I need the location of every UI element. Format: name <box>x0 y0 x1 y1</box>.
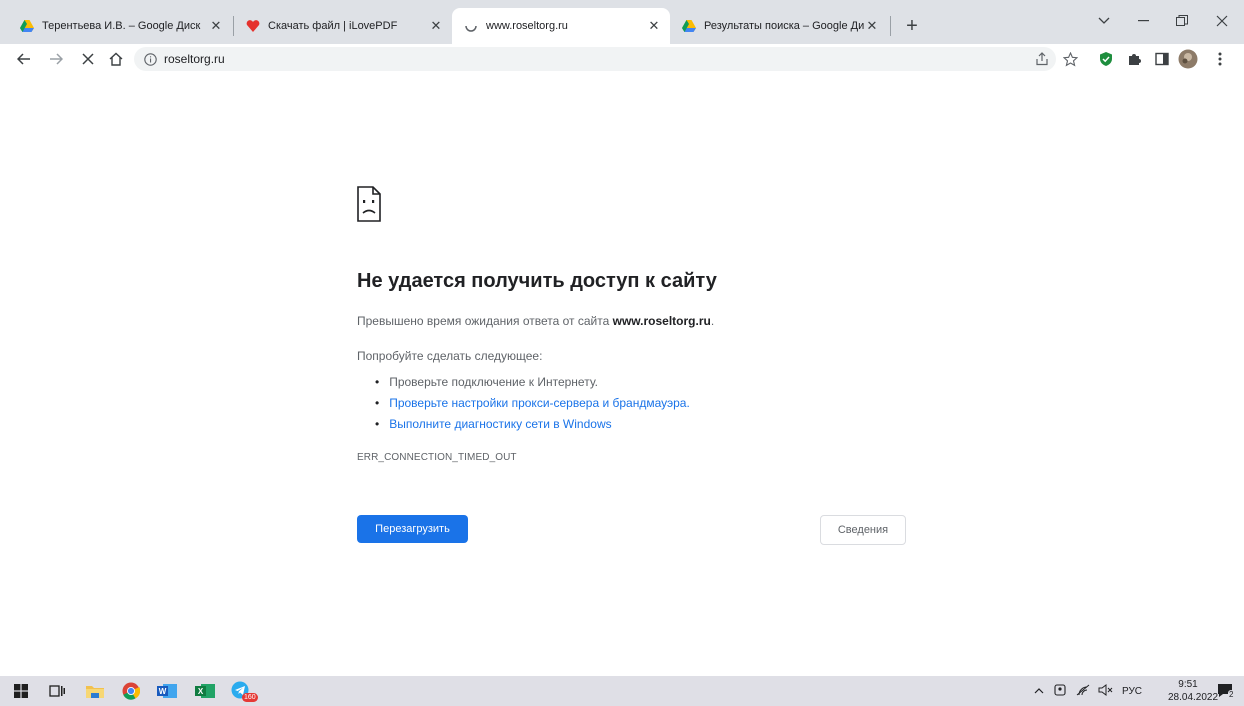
suggestion-text: Проверьте подключение к Интернету. <box>389 374 598 389</box>
browser-toolbar: roseltorg.ru <box>0 44 1244 74</box>
tab-title: www.roseltorg.ru <box>486 20 568 32</box>
restore-button[interactable] <box>1162 8 1202 34</box>
svg-text:W: W <box>159 687 167 696</box>
close-icon[interactable]: ✕ <box>646 18 662 34</box>
notification-count: 2 <box>1228 690 1235 700</box>
error-heading: Не удается получить доступ к сайту <box>357 270 717 292</box>
close-icon[interactable]: ✕ <box>428 18 444 34</box>
tab-title: Результаты поиска – Google Ди <box>704 20 864 32</box>
close-icon[interactable]: ✕ <box>208 18 224 34</box>
meet-now-icon[interactable] <box>1054 683 1066 699</box>
excel-icon[interactable]: X <box>194 680 216 702</box>
error-description: Превышено время ожидания ответа от сайта… <box>357 314 714 328</box>
telegram-badge: 160 <box>242 693 258 702</box>
network-diagnostics-link[interactable]: Выполните диагностику сети в Windows <box>389 417 611 431</box>
tab-title: Скачать файл | iLovePDF <box>268 20 398 32</box>
task-view-icon[interactable] <box>46 680 68 702</box>
tab-google-drive[interactable]: Терентьева И.В. – Google Диск ✕ <box>8 8 232 44</box>
back-button[interactable] <box>12 47 36 71</box>
tab-title: Терентьева И.В. – Google Диск <box>42 20 201 32</box>
clock-time: 9:51 <box>1178 679 1198 690</box>
error-code: ERR_CONNECTION_TIMED_OUT <box>357 452 517 463</box>
ilovepdf-icon <box>246 19 260 33</box>
bookmark-star-icon[interactable] <box>1058 47 1082 71</box>
error-page: Не удается получить доступ к сайту Превы… <box>357 74 917 674</box>
new-tab-button[interactable]: + <box>898 12 926 40</box>
share-icon[interactable] <box>1030 47 1054 71</box>
svg-text:X: X <box>198 687 204 696</box>
volume-muted-icon[interactable] <box>1098 683 1114 699</box>
tab-separator <box>890 16 891 36</box>
forward-button[interactable] <box>44 47 68 71</box>
google-drive-icon <box>20 19 34 33</box>
try-label: Попробуйте сделать следующее: <box>357 349 543 363</box>
clock[interactable]: 9:51 28.04.2022 <box>1168 678 1219 704</box>
input-language[interactable]: РУС <box>1122 686 1142 697</box>
tab-strip: Терентьева И.В. – Google Диск ✕ Скачать … <box>0 0 1244 44</box>
suggestion-item: Проверьте подключение к Интернету. <box>375 371 690 392</box>
system-tray: РУС <box>1034 676 1142 706</box>
desc-prefix: Превышено время ожидания ответа от сайта <box>357 314 613 328</box>
details-button[interactable]: Сведения <box>820 515 906 545</box>
minimize-button[interactable] <box>1124 8 1164 34</box>
tab-ilovepdf[interactable]: Скачать файл | iLovePDF ✕ <box>234 8 452 44</box>
word-icon[interactable]: W <box>156 680 178 702</box>
shield-extension-icon[interactable] <box>1094 47 1118 71</box>
address-bar[interactable]: roseltorg.ru <box>134 47 1056 71</box>
tab-search-results[interactable]: Результаты поиска – Google Ди ✕ <box>670 8 888 44</box>
stop-button[interactable] <box>76 47 100 71</box>
wifi-icon[interactable] <box>1076 684 1090 699</box>
reload-button[interactable]: Перезагрузить <box>357 515 468 543</box>
tab-search-chevron-down-icon[interactable] <box>1084 8 1124 34</box>
chrome-icon[interactable] <box>120 680 142 702</box>
google-drive-icon <box>682 19 696 33</box>
more-menu-icon[interactable] <box>1208 47 1232 71</box>
close-icon[interactable]: ✕ <box>864 18 880 34</box>
show-hidden-icons-chevron-up-icon[interactable] <box>1034 686 1044 697</box>
desc-suffix: . <box>710 314 715 328</box>
suggestions-list: Проверьте подключение к Интернету. Прове… <box>375 371 690 434</box>
clock-date: 28.04.2022 <box>1168 692 1219 703</box>
sad-page-icon <box>357 186 381 222</box>
extensions-puzzle-icon[interactable] <box>1122 47 1146 71</box>
side-panel-icon[interactable] <box>1150 47 1174 71</box>
file-explorer-icon[interactable] <box>84 680 106 702</box>
tab-roseltorg[interactable]: www.roseltorg.ru ✕ <box>452 8 670 44</box>
close-window-button[interactable] <box>1202 8 1242 34</box>
suggestion-item: Выполните диагностику сети в Windows <box>375 413 690 434</box>
loading-spinner-icon <box>464 19 478 33</box>
desc-host: www.roseltorg.ru <box>612 314 711 328</box>
suggestion-item: Проверьте настройки прокси-сервера и бра… <box>375 392 690 413</box>
profile-avatar[interactable] <box>1176 47 1200 71</box>
address-url: roseltorg.ru <box>164 52 225 66</box>
telegram-icon[interactable]: 160 <box>230 680 258 702</box>
home-button[interactable] <box>104 47 128 71</box>
windows-start-icon[interactable] <box>10 680 32 702</box>
info-icon[interactable] <box>142 51 158 67</box>
windows-taskbar: W X 160 РУС 9:51 28.04.2022 2 <box>0 676 1244 706</box>
notifications-icon[interactable]: 2 <box>1216 681 1236 701</box>
proxy-settings-link[interactable]: Проверьте настройки прокси-сервера и бра… <box>389 396 690 410</box>
